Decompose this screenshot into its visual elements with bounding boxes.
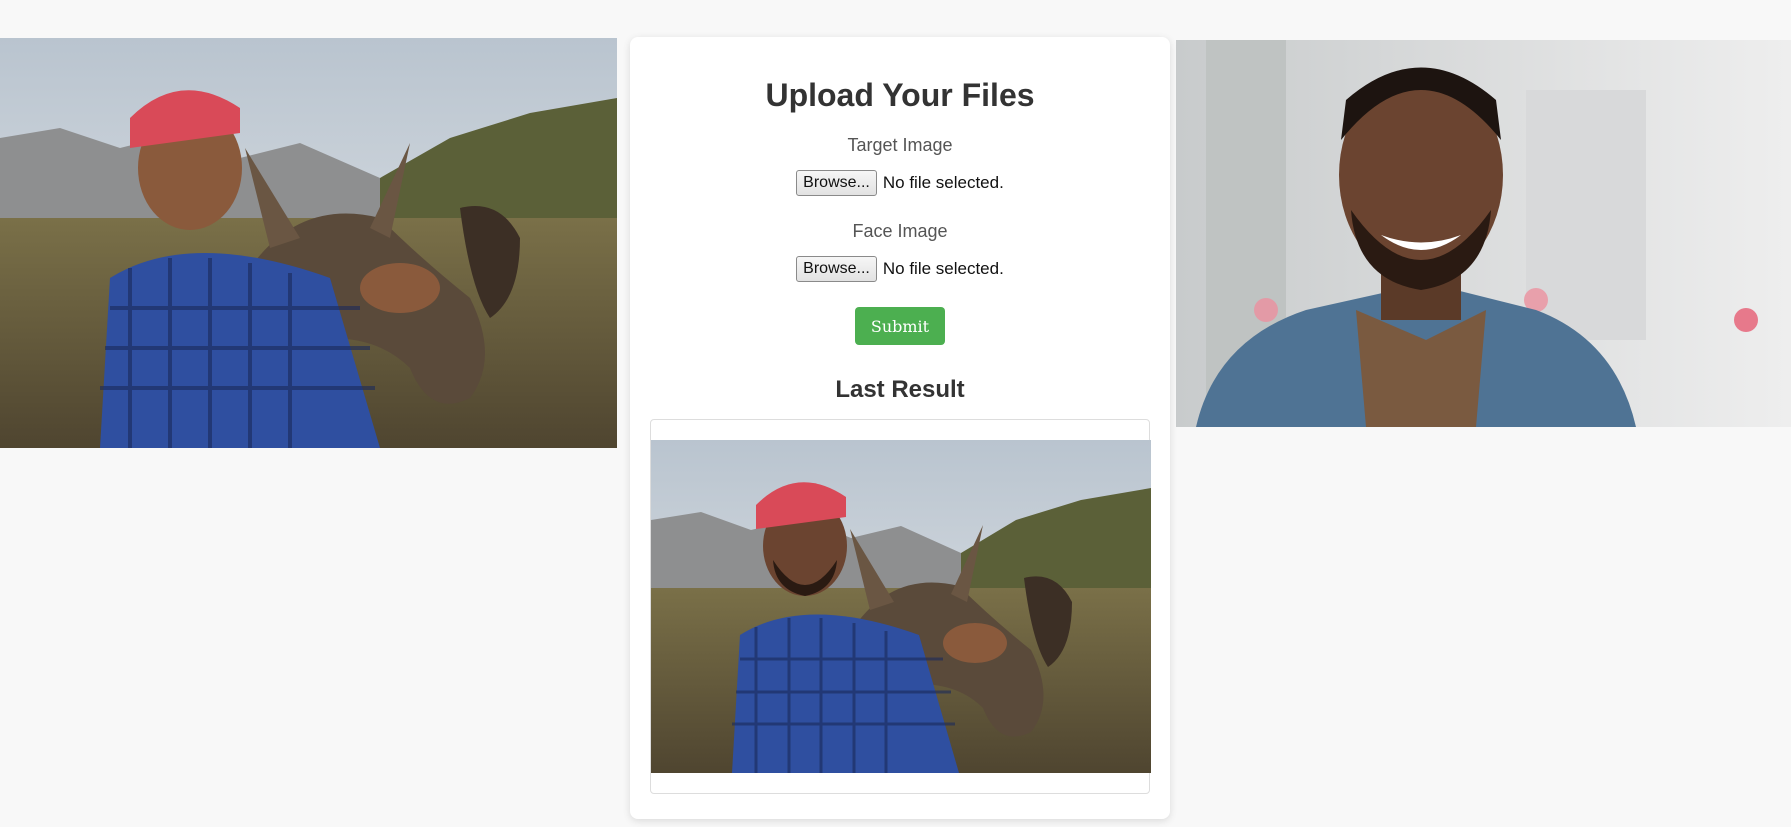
page: Upload Your Files Target Image Browse...… <box>0 0 1791 827</box>
upload-card: Upload Your Files Target Image Browse...… <box>630 37 1170 819</box>
result-photo-graphic <box>651 440 1151 773</box>
target-image-label: Target Image <box>847 135 953 155</box>
target-image-preview <box>0 38 617 448</box>
target-file-status: No file selected. <box>882 173 1004 192</box>
face-image-label: Face Image <box>852 221 948 241</box>
face-photo-graphic <box>1176 40 1791 427</box>
result-heading: Last Result <box>835 376 965 403</box>
target-photo-graphic <box>0 38 617 448</box>
submit-button[interactable]: Submit <box>855 307 945 345</box>
result-image <box>651 440 1151 773</box>
face-image-preview <box>1176 40 1791 427</box>
face-file-input: Browse... No file selected. <box>630 256 1170 282</box>
target-file-input: Browse... No file selected. <box>630 170 1170 196</box>
target-browse-button[interactable]: Browse... <box>796 170 877 196</box>
result-container <box>650 419 1151 794</box>
page-title: Upload Your Files <box>765 77 1035 113</box>
face-browse-button[interactable]: Browse... <box>796 256 877 282</box>
face-file-status: No file selected. <box>882 259 1004 278</box>
